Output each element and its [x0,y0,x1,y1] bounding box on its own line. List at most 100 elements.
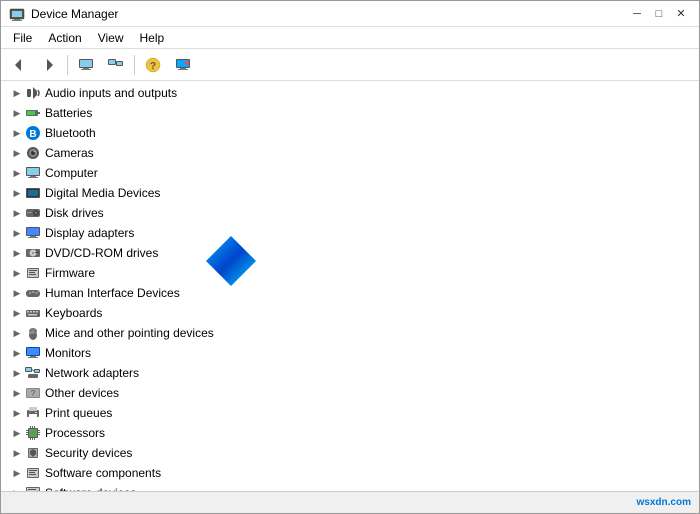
network-computer-button[interactable] [102,52,130,78]
tree-item-audio[interactable]: ▶ Audio inputs and outputs [1,83,699,103]
menu-file[interactable]: File [5,29,40,47]
device-manager-window: Device Manager ─ □ ✕ File Action View He… [0,0,700,514]
expand-arrow-firmware[interactable]: ▶ [9,265,25,281]
tree-item-processors[interactable]: ▶ [1,423,699,443]
tree-item-disk-drives[interactable]: ▶ Disk drives [1,203,699,223]
tree-item-firmware[interactable]: ▶ Firmware [1,263,699,283]
tree-label-dvd: DVD/CD-ROM drives [45,246,158,260]
window-title: Device Manager [31,7,118,21]
expand-arrow-keyboards[interactable]: ▶ [9,305,25,321]
status-logo: wsxdn.com [637,497,691,508]
content-area: ▶ Audio inputs and outputs ▶ [1,81,699,491]
tree-label-other: Other devices [45,386,119,400]
menu-help[interactable]: Help [132,29,173,47]
expand-arrow-bluetooth[interactable]: ▶ [9,125,25,141]
tree-item-software-devices[interactable]: ▶ Software devices [1,483,699,491]
close-button[interactable]: ✕ [671,4,691,24]
hid-icon [25,285,41,301]
expand-arrow-computer[interactable]: ▶ [9,165,25,181]
expand-arrow-software-devices[interactable]: ▶ [9,485,25,491]
menu-view[interactable]: View [90,29,132,47]
expand-arrow-network[interactable]: ▶ [9,365,25,381]
tree-label-firmware: Firmware [45,266,95,280]
help-icon: ? [145,57,161,73]
minimize-button[interactable]: ─ [627,4,647,24]
security-icon [25,445,41,461]
tree-item-network[interactable]: ▶ Network adapters [1,363,699,383]
other-icon: ? [25,385,41,401]
tree-label-print: Print queues [45,406,112,420]
tree-label-network: Network adapters [45,366,139,380]
tree-label-audio: Audio inputs and outputs [45,86,177,100]
back-button[interactable] [5,52,33,78]
expand-arrow-software-components[interactable]: ▶ [9,465,25,481]
back-icon [11,57,27,73]
mice-icon [25,325,41,341]
menu-bar: File Action View Help [1,27,699,49]
expand-arrow-monitors[interactable]: ▶ [9,345,25,361]
tree-label-keyboards: Keyboards [45,306,102,320]
forward-icon [41,57,57,73]
tree-item-software-components[interactable]: ▶ Software components [1,463,699,483]
tree-item-cameras[interactable]: ▶ Cameras [1,143,699,163]
forward-button[interactable] [35,52,63,78]
tree-item-bluetooth[interactable]: ▶ B Bluetooth [1,123,699,143]
tree-label-disk-drives: Disk drives [45,206,104,220]
print-icon [25,405,41,421]
computer-tree-icon [25,165,41,181]
tree-label-bluetooth: Bluetooth [45,126,96,140]
expand-arrow-cameras[interactable]: ▶ [9,145,25,161]
batteries-icon [25,105,41,121]
tree-item-monitors[interactable]: ▶ Monitors [1,343,699,363]
tree-label-software-components: Software components [45,466,161,480]
tree-item-digital-media[interactable]: ▶ Digital Media Devices [1,183,699,203]
toolbar-separator-1 [67,55,68,75]
monitors-icon [25,345,41,361]
expand-arrow-other[interactable]: ▶ [9,385,25,401]
expand-arrow-hid[interactable]: ▶ [9,285,25,301]
expand-arrow-security[interactable]: ▶ [9,445,25,461]
tree-item-computer[interactable]: ▶ Computer [1,163,699,183]
network-adapters-icon [25,365,41,381]
svg-text:?: ? [150,61,156,72]
keyboards-icon [25,305,41,321]
tree-item-security[interactable]: ▶ Security devices [1,443,699,463]
monitor-icon [175,57,191,73]
tree-item-batteries[interactable]: ▶ Batteries [1,103,699,123]
expand-arrow-disk-drives[interactable]: ▶ [9,205,25,221]
tree-item-keyboards[interactable]: ▶ Keyboards [1,303,699,323]
svg-text:B: B [29,129,36,140]
firmware-icon [25,265,41,281]
expand-arrow-batteries[interactable]: ▶ [9,105,25,121]
help-button[interactable]: ? [139,52,167,78]
processors-icon [25,425,41,441]
tree-item-hid[interactable]: ▶ Human Interface Devices [1,283,699,303]
tree-label-computer: Computer [45,166,98,180]
monitor-button[interactable] [169,52,197,78]
tree-item-print[interactable]: ▶ Print queues [1,403,699,423]
expand-arrow-digital-media[interactable]: ▶ [9,185,25,201]
app-icon [9,6,25,22]
tree-item-mice[interactable]: ▶ Mice and other pointing devices [1,323,699,343]
tree-label-digital-media: Digital Media Devices [45,186,160,200]
tree-item-other[interactable]: ▶ ? Other devices [1,383,699,403]
tree-label-hid: Human Interface Devices [45,286,180,300]
expand-arrow-display-adapters[interactable]: ▶ [9,225,25,241]
expand-arrow-mice[interactable]: ▶ [9,325,25,341]
title-bar: Device Manager ─ □ ✕ [1,1,699,27]
cameras-icon [25,145,41,161]
dvd-icon [25,245,41,261]
menu-action[interactable]: Action [40,29,89,47]
device-tree[interactable]: ▶ Audio inputs and outputs ▶ [1,81,699,491]
expand-arrow-dvd[interactable]: ▶ [9,245,25,261]
computer-icon [78,57,94,73]
expand-arrow-audio[interactable]: ▶ [9,85,25,101]
expand-arrow-print[interactable]: ▶ [9,405,25,421]
expand-arrow-processors[interactable]: ▶ [9,425,25,441]
digital-media-icon [25,185,41,201]
maximize-button[interactable]: □ [649,4,669,24]
tree-label-security: Security devices [45,446,132,460]
tree-item-dvd[interactable]: ▶ DVD/CD-ROM drives [1,243,699,263]
tree-item-display-adapters[interactable]: ▶ Display adapters [1,223,699,243]
computer-button[interactable] [72,52,100,78]
